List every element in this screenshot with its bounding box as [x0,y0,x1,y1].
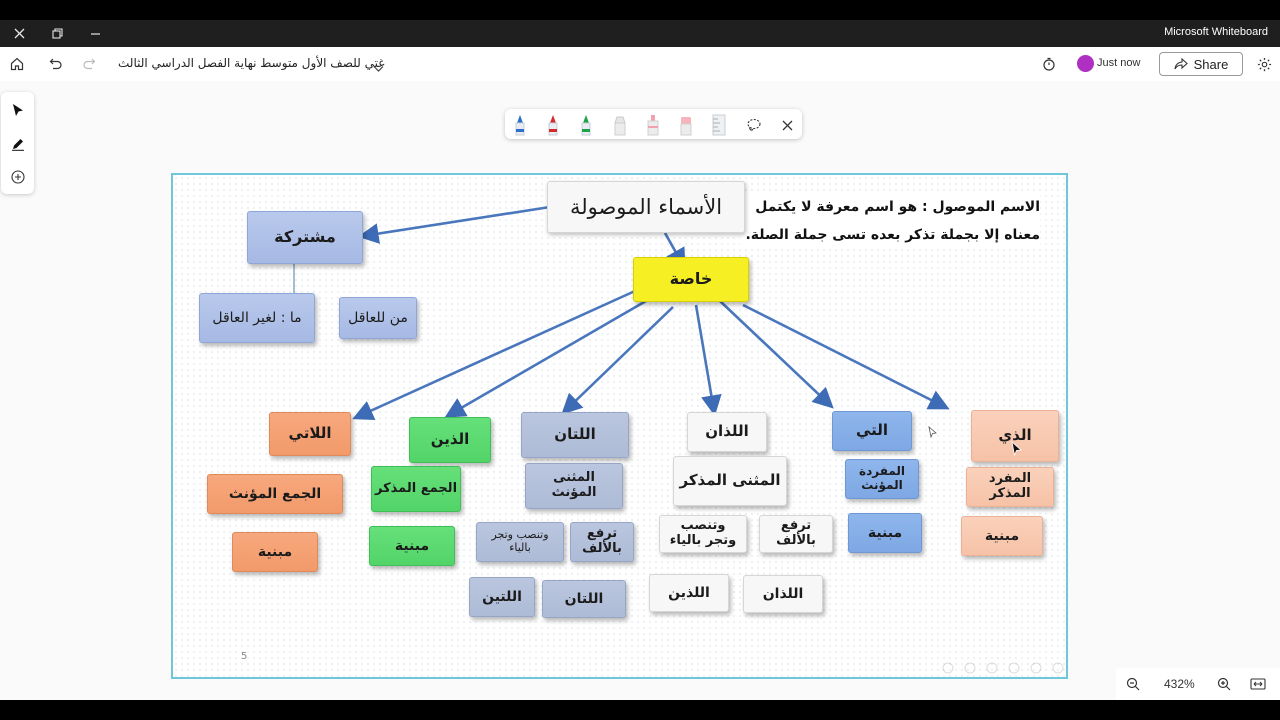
alladhan-type: المثنى المذكر [673,456,787,506]
fit-to-screen-icon[interactable] [1248,675,1268,693]
red-pen-icon[interactable] [547,114,559,136]
title-bar: Microsoft Whiteboard [0,20,1280,47]
chevron-down-icon[interactable] [373,58,384,77]
gear-icon[interactable] [1254,54,1274,74]
root-node: الأسماء الموصولة [547,181,745,233]
alladhan-form2: اللذين [649,574,729,612]
alladhan-raf: ترفع بالألف [759,515,833,553]
eraser-icon[interactable] [679,114,692,136]
allatan-raf: ترفع بالألف [570,522,634,562]
pointer-cursor-icon [928,426,937,438]
alladhina-status: مبنية [369,526,455,566]
zoom-controls: 432% [1116,668,1280,700]
select-tool-icon[interactable] [1,93,34,126]
alladhina-node: الذين [409,417,491,463]
definition-text: الاسم الموصول : هو اسم معرفة لا يكتمل مع… [740,193,1040,249]
home-icon[interactable] [8,55,26,73]
special-node: خاصة [633,257,749,302]
allatan-form1: اللتان [542,580,626,618]
alladhan-nasb: وتنصب وتجر بالياء [659,515,747,553]
zoom-out-icon[interactable] [1124,675,1142,693]
green-pen-icon[interactable] [580,114,592,136]
bottom-bar [0,700,1280,720]
faded-toolbar-overlay [942,662,1064,674]
man-node: من للعاقل [339,297,417,339]
timer-icon[interactable] [1040,55,1058,73]
slide-image[interactable]: الاسم الموصول : هو اسم معرفة لا يكتمل مع… [171,173,1068,679]
allati-status: مبنية [848,513,922,553]
allatan-type: المثنى المؤنث [525,463,623,509]
app-name: Microsoft Whiteboard [1164,26,1268,38]
zoom-level[interactable]: 432% [1164,677,1195,691]
allatan-nasb: وتنصب وتجر بالياء [476,522,564,562]
redo-icon[interactable] [80,55,98,73]
page-number: 5 [241,651,248,662]
restore-icon[interactable] [38,20,76,47]
ma-node: ما : لغير العاقل [199,293,315,343]
white-pen-icon[interactable] [613,114,626,136]
zoom-in-icon[interactable] [1215,675,1233,693]
avatar[interactable] [1077,55,1094,72]
mouse-cursor-icon [1011,441,1022,457]
undo-icon[interactable] [47,55,65,73]
allatan-node: اللتان [521,412,629,458]
share-button[interactable]: Share [1159,52,1243,76]
lasso-icon[interactable] [745,116,763,134]
ruler-icon[interactable] [710,114,728,136]
definition-line-1: الاسم الموصول : هو اسم معرفة لا يكتمل [755,199,1040,215]
alladhina-type: الجمع المذكر [371,466,461,512]
document-title[interactable]: غتي للصف الأول متوسط نهاية الفصل الدراسي… [118,56,384,70]
alladhan-form1: اللذان [743,575,823,613]
alladhi-type: المفرد المذكر [966,467,1054,507]
share-icon [1174,57,1188,69]
minimize-icon[interactable] [76,20,114,47]
close-tray-icon[interactable] [778,116,796,134]
highlighter-icon[interactable] [646,114,659,136]
top-toolbar: غتي للصف الأول متوسط نهاية الفصل الدراسي… [0,47,1280,82]
presence-status: Just now [1097,57,1141,69]
allati-plural-node: اللاتي [269,412,351,456]
alladhan-node: اللذان [687,412,767,452]
allati-node: التي [832,411,912,451]
definition-line-2: معناه إلا بجملة تذكر بعده تسى جملة الصلة… [745,227,1040,243]
allati-type: المفردة المؤنث [845,459,919,499]
alladhi-status: مبنية [961,516,1043,556]
pen-tool-icon[interactable] [1,127,34,160]
blue-pen-icon[interactable] [514,114,526,136]
shared-node: مشتركة [247,211,363,264]
share-label: Share [1193,56,1229,72]
tool-rail [1,92,34,194]
allatan-form2: اللتين [469,577,535,617]
close-icon[interactable] [0,20,38,47]
add-icon[interactable] [1,160,34,193]
allati-plural-type: الجمع المؤنث [207,474,343,514]
pen-tray [505,109,802,139]
allati-plural-status: مبنية [232,532,318,572]
